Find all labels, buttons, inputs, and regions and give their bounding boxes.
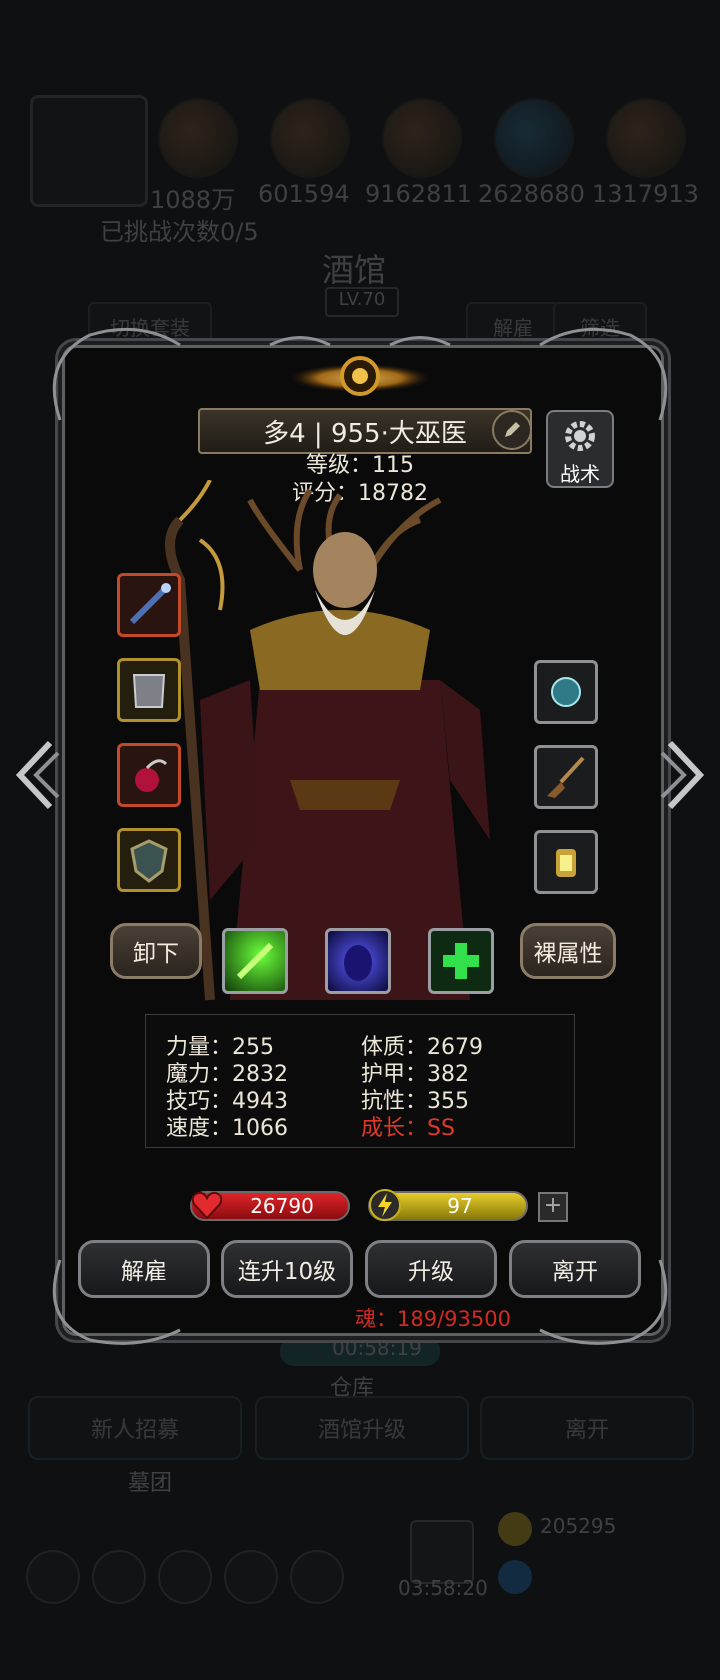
switch-outfit-button[interactable]: 切换套装 bbox=[88, 302, 212, 350]
gold-coin-icon bbox=[498, 1512, 532, 1546]
crest-emblem-icon bbox=[290, 356, 430, 396]
tavern-level: LV.70 bbox=[325, 287, 399, 317]
chest-armor-icon bbox=[132, 674, 166, 708]
bottom-nav-icon-3[interactable] bbox=[158, 1550, 212, 1604]
challenge-count: 已挑战次数0/5 bbox=[100, 218, 259, 246]
crystal-orb-icon bbox=[551, 677, 581, 707]
gold-amount: 205295 bbox=[540, 1514, 617, 1538]
bg-leave-button[interactable]: 离开 bbox=[480, 1396, 694, 1460]
upgrade-tavern-button[interactable]: 酒馆升级 bbox=[255, 1396, 469, 1460]
heart-icon bbox=[191, 1191, 223, 1220]
stat-growth: 成长：SS bbox=[361, 1116, 455, 1141]
level-up-10-button[interactable]: 连升10级 bbox=[221, 1240, 353, 1298]
broom-slot[interactable] bbox=[534, 745, 598, 809]
resource-icon-1 bbox=[158, 98, 238, 178]
gem-icon bbox=[498, 1560, 532, 1594]
countdown-text: 03:58:20 bbox=[398, 1576, 488, 1600]
next-hero-arrow-icon[interactable] bbox=[660, 735, 710, 815]
skill-slot-1[interactable] bbox=[222, 928, 288, 994]
recruit-button[interactable]: 新人招募 bbox=[28, 1396, 242, 1460]
leave-button[interactable]: 离开 bbox=[509, 1240, 641, 1298]
accessory-slot[interactable] bbox=[117, 743, 181, 807]
ruby-amulet-icon bbox=[135, 759, 168, 792]
dismiss-button[interactable]: 解雇 bbox=[78, 1240, 210, 1298]
resource-icon-4 bbox=[494, 98, 574, 178]
hp-value: 26790 bbox=[250, 1194, 314, 1218]
resource-icon-5 bbox=[606, 98, 686, 178]
filter-button[interactable]: 筛选 bbox=[553, 302, 647, 350]
hero-portrait-frame bbox=[30, 95, 148, 207]
skill-slot-3[interactable] bbox=[428, 928, 494, 994]
crystal-slot[interactable] bbox=[534, 660, 598, 724]
bottom-nav-icon-5[interactable] bbox=[290, 1550, 344, 1604]
shield-slot[interactable] bbox=[117, 828, 181, 892]
resource-icon-2 bbox=[270, 98, 350, 178]
timer-text: 00:58:19 bbox=[332, 1336, 422, 1360]
bg-dismiss-button[interactable]: 解雇 bbox=[466, 302, 560, 350]
base-attributes-button[interactable]: 裸属性 bbox=[520, 923, 616, 979]
lantern-slot[interactable] bbox=[534, 830, 598, 894]
guild-label: 墓团 bbox=[128, 1471, 173, 1496]
bottom-nav-icon-1[interactable] bbox=[26, 1550, 80, 1604]
broom-icon bbox=[547, 756, 585, 798]
gift-box-icon[interactable] bbox=[410, 1520, 474, 1584]
stats-panel: 力量：255 魔力：2832 技巧：4943 速度：1066 体质：2679 护… bbox=[145, 1014, 575, 1148]
energy-value: 97 bbox=[447, 1194, 473, 1218]
weapon-slot[interactable] bbox=[117, 573, 181, 637]
skill-slot-2[interactable] bbox=[325, 928, 391, 994]
green-slash-skill-icon bbox=[236, 942, 274, 980]
resource-value-1: 1088万 bbox=[150, 186, 236, 214]
blue-shadow-skill-icon bbox=[344, 945, 372, 981]
resource-value-4: 2628680 bbox=[478, 180, 585, 208]
resource-value-5: 1317913 bbox=[592, 180, 699, 208]
bottom-nav-icon-2[interactable] bbox=[92, 1550, 146, 1604]
bottom-nav-icon-4[interactable] bbox=[224, 1550, 278, 1604]
previous-hero-arrow-icon[interactable] bbox=[10, 735, 60, 815]
unequip-button[interactable]: 卸下 bbox=[110, 923, 202, 979]
soul-counter: 魂：189/93500 bbox=[355, 1307, 511, 1331]
level-up-button[interactable]: 升级 bbox=[365, 1240, 497, 1298]
add-energy-button[interactable]: + bbox=[538, 1192, 568, 1222]
resource-value-2: 601594 bbox=[258, 180, 350, 208]
staff-weapon-icon bbox=[129, 583, 171, 625]
green-cross-heal-icon bbox=[443, 943, 479, 979]
hero-name: 多4 | 955·大巫医 bbox=[263, 418, 467, 449]
shield-icon bbox=[130, 839, 168, 883]
tavern-title: 酒馆 bbox=[322, 251, 387, 289]
resource-icon-3 bbox=[382, 98, 462, 178]
lantern-icon bbox=[556, 849, 576, 877]
armor-slot[interactable] bbox=[117, 658, 181, 722]
lightning-icon bbox=[369, 1189, 401, 1221]
rename-pencil-icon[interactable] bbox=[492, 410, 532, 450]
resource-value-3: 9162811 bbox=[365, 180, 472, 208]
stat-speed: 速度：1066 bbox=[166, 1116, 288, 1141]
